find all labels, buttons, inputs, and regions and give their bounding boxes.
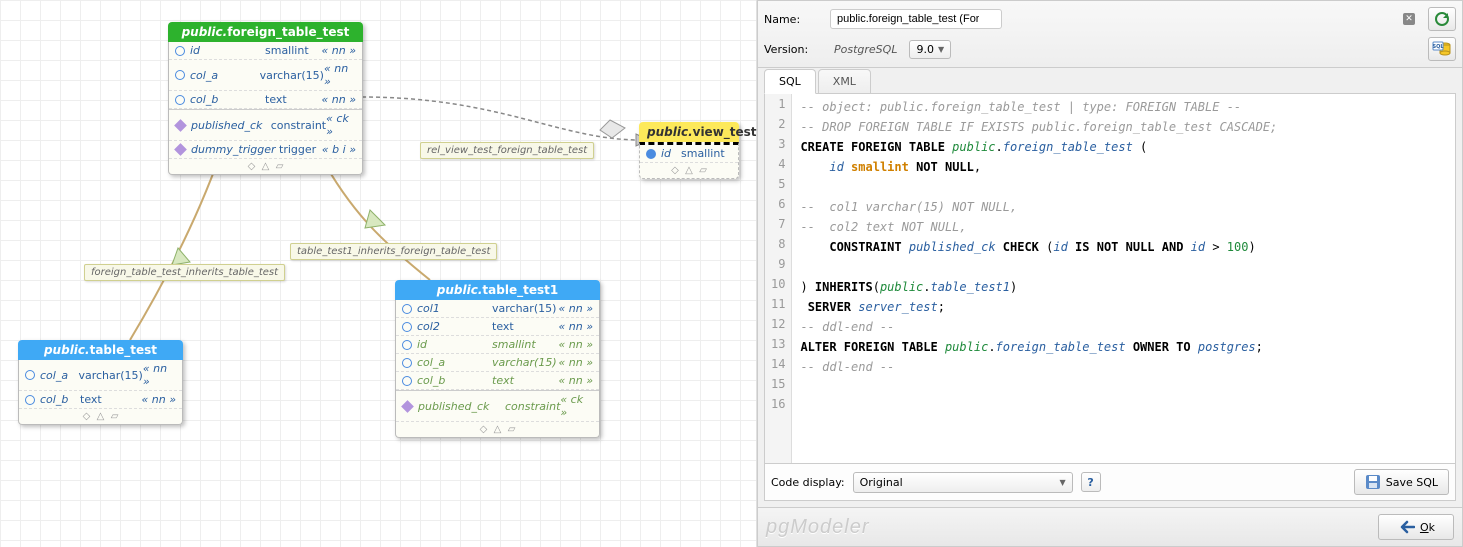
- sql-db-icon: SQL: [1432, 41, 1452, 57]
- diagram-canvas[interactable]: public.foreign_table_test idsmallint« nn…: [0, 0, 757, 547]
- version-label: Version:: [764, 43, 822, 56]
- name-input[interactable]: [830, 9, 1002, 29]
- table-view-test[interactable]: public.view_test idsmallint ◇ △ ▱: [639, 122, 739, 179]
- tab-sql[interactable]: SQL: [764, 69, 816, 94]
- svg-text:SQL: SQL: [1432, 44, 1444, 50]
- code-content: -- object: public.foreign_table_test | t…: [792, 94, 1285, 463]
- table-table-test1[interactable]: public.table_test1 col1varchar(15)« nn »…: [395, 280, 600, 438]
- ok-button[interactable]: Ok: [1378, 514, 1454, 540]
- table-table-test[interactable]: public.table_test col_avarchar(15)« nn »…: [18, 340, 183, 425]
- clear-icon[interactable]: ✕: [1403, 13, 1415, 25]
- tab-xml[interactable]: XML: [818, 69, 871, 94]
- table-footer-icons: ◇ △ ▱: [169, 159, 362, 174]
- version-combo[interactable]: 9.0▼: [909, 40, 951, 59]
- rel-label[interactable]: table_test1_inherits_foreign_table_test: [290, 243, 497, 260]
- ok-arrow-icon: [1397, 520, 1415, 534]
- table-header: public.table_test: [18, 340, 183, 360]
- code-editor[interactable]: 12345678910111213141516 -- object: publi…: [764, 93, 1456, 464]
- table-header: public.table_test1: [395, 280, 600, 300]
- name-label: Name:: [764, 13, 822, 26]
- refresh-icon: [1433, 10, 1451, 28]
- rel-label[interactable]: rel_view_test_foreign_table_test: [420, 142, 594, 159]
- tab-bar: SQL XML: [764, 68, 1456, 93]
- table-header: public.view_test: [639, 122, 739, 142]
- code-display-label: Code display:: [771, 476, 845, 489]
- help-button[interactable]: ?: [1081, 472, 1101, 492]
- code-display-combo[interactable]: Original▼: [853, 472, 1073, 493]
- line-gutter: 12345678910111213141516: [765, 94, 792, 463]
- version-engine: PostgreSQL: [830, 43, 901, 56]
- table-foreign-table-test[interactable]: public.foreign_table_test idsmallint« nn…: [168, 22, 363, 175]
- rel-label[interactable]: foreign_table_test_inherits_table_test: [84, 264, 285, 281]
- save-sql-button[interactable]: Save SQL: [1354, 469, 1449, 495]
- refresh-button[interactable]: [1428, 7, 1456, 31]
- table-header: public.foreign_table_test: [168, 22, 363, 42]
- sql-icon-button[interactable]: SQL: [1428, 37, 1456, 61]
- logo: pgModeler: [766, 516, 870, 539]
- source-panel: Name: ✕ Version: PostgreSQL 9.0▼ SQL SQL…: [757, 0, 1463, 547]
- save-icon: [1365, 474, 1381, 490]
